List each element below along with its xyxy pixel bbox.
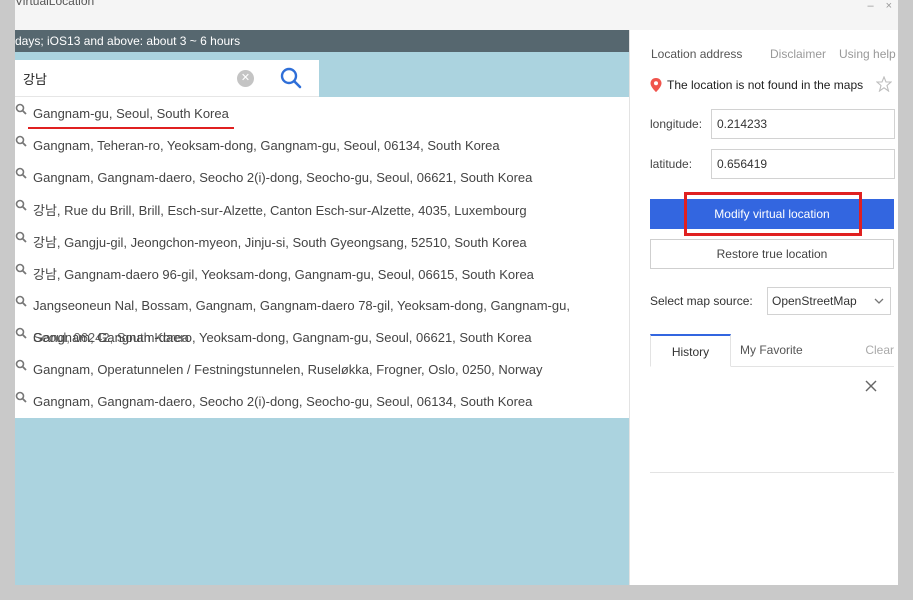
magnifier-icon [15, 359, 33, 371]
latitude-row: latitude: [650, 149, 896, 179]
magnifier-icon [15, 263, 33, 275]
magnifier-icon [15, 199, 33, 211]
search-bar: ✕ [15, 60, 319, 97]
longitude-input[interactable] [711, 109, 895, 139]
magnifier-icon [15, 391, 33, 403]
title-bar: VirtualLocation – × [15, 0, 898, 30]
map-source-value: OpenStreetMap [772, 294, 857, 308]
magnifier-icon [15, 135, 33, 147]
result-text: Gangnam, Gangnam-daero, Seocho 2(i)-dong… [33, 169, 533, 185]
restore-location-button[interactable]: Restore true location [650, 239, 894, 269]
map-source-select[interactable]: OpenStreetMap [767, 287, 891, 315]
search-results-list: Gangnam-gu, Seoul, South Korea Gangnam, … [15, 97, 629, 418]
longitude-label: longitude: [650, 117, 703, 131]
location-address-label: Location address [651, 47, 743, 61]
favorite-star-icon[interactable] [876, 76, 892, 92]
result-item[interactable]: Gangnam-gu, Seoul, South Korea [15, 97, 629, 129]
app-window: VirtualLocation – × days; iOS13 and abov… [15, 0, 898, 585]
clear-history-button[interactable]: Clear [865, 334, 894, 367]
chevron-down-icon [874, 288, 884, 323]
location-pin-icon [650, 78, 662, 92]
window-controls: – × [867, 0, 892, 14]
latitude-label: latitude: [650, 157, 693, 171]
longitude-row: longitude: [650, 109, 896, 139]
minimize-icon[interactable]: – [867, 0, 873, 14]
result-item[interactable]: 강남, Rue du Brill, Brill, Esch-sur-Alzett… [15, 193, 629, 225]
close-window-icon[interactable]: × [886, 0, 892, 14]
result-item[interactable]: 강남, Gangnam-daero 96-gil, Yeoksam-dong, … [15, 257, 629, 289]
status-text: The location is not found in the maps [667, 78, 864, 92]
modify-location-button[interactable]: Modify virtual location [650, 199, 894, 229]
result-text-overlap: Seoul, 06242, South Korea [33, 329, 190, 345]
magnifier-icon [15, 167, 33, 179]
result-text: Jangseoneun Nal, Bossam, Gangnam, Gangna… [33, 297, 570, 313]
help-link[interactable]: Using help [839, 47, 896, 61]
search-input[interactable] [15, 60, 235, 97]
magnifier-icon [15, 295, 33, 307]
close-icon[interactable] [864, 379, 878, 393]
magnifier-icon [15, 231, 33, 243]
window-title: VirtualLocation [15, 0, 95, 8]
magnifier-icon [15, 327, 33, 339]
location-panel: Location address Disclaimer Using help T… [629, 30, 898, 585]
result-item[interactable]: Jangseoneun Nal, Bossam, Gangnam, Gangna… [15, 289, 629, 321]
disclaimer-link[interactable]: Disclaimer [770, 47, 826, 61]
result-text-stack: Gangnam, Gangnam-daero, Yeoksam-dong, Ga… [33, 330, 532, 345]
map-source-label: Select map source: [650, 294, 753, 308]
result-item[interactable]: Gangnam, Gangnam-daero, Seocho 2(i)-dong… [15, 385, 629, 417]
result-item[interactable]: 강남, Gangju-gil, Jeongchon-myeon, Jinju-s… [15, 225, 629, 257]
magnifier-icon [15, 103, 33, 115]
search-icon[interactable] [279, 66, 303, 90]
latitude-input[interactable] [711, 149, 895, 179]
result-text: 강남, Rue du Brill, Brill, Esch-sur-Alzett… [33, 202, 527, 218]
result-item[interactable]: Gangnam, Teheran-ro, Yeoksam-dong, Gangn… [15, 129, 629, 161]
result-text: 강남, Gangju-gil, Jeongchon-myeon, Jinju-s… [33, 234, 527, 250]
panel-header: Location address Disclaimer Using help [651, 47, 898, 65]
history-tabs: History My Favorite Clear [650, 334, 894, 367]
result-text: Gangnam, Operatunnelen / Festningstunnel… [33, 361, 543, 377]
result-item[interactable]: Gangnam, Operatunnelen / Festningstunnel… [15, 353, 629, 385]
result-item[interactable]: Gangnam, Gangnam-daero, Yeoksam-dong, Ga… [15, 321, 629, 353]
result-text: Gangnam, Teheran-ro, Yeoksam-dong, Gangn… [33, 137, 500, 153]
notice-bar: days; iOS13 and above: about 3 ~ 6 hours [15, 30, 629, 52]
location-status: The location is not found in the maps [650, 75, 892, 95]
result-item[interactable]: Gangnam, Gangnam-daero, Seocho 2(i)-dong… [15, 161, 629, 193]
result-text: 강남, Gangnam-daero 96-gil, Yeoksam-dong, … [33, 266, 534, 282]
clear-search-icon[interactable]: ✕ [237, 70, 254, 87]
result-text: Gangnam-gu, Seoul, South Korea [33, 105, 229, 121]
tab-history[interactable]: History [650, 334, 731, 367]
tab-my-favorite[interactable]: My Favorite [740, 334, 803, 367]
map-source-row: Select map source: OpenStreetMap [650, 287, 894, 315]
result-text: Gangnam, Gangnam-daero, Seocho 2(i)-dong… [33, 393, 533, 409]
history-divider [650, 472, 894, 473]
map-area[interactable]: days; iOS13 and above: about 3 ~ 6 hours… [15, 30, 629, 585]
